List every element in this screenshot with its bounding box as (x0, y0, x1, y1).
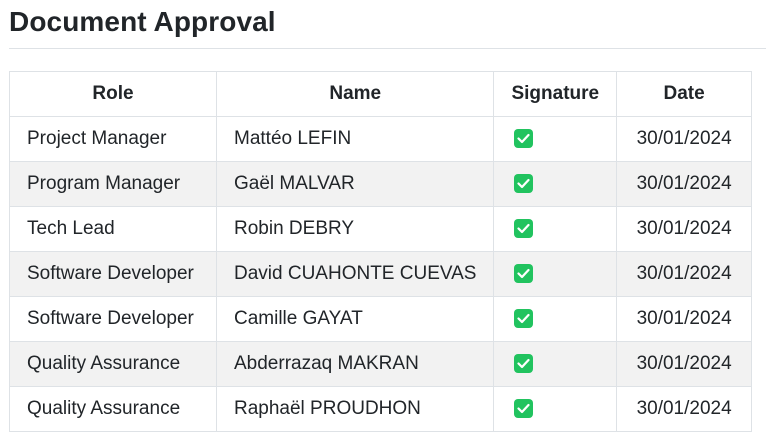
name-cell: Raphaël PROUDHON (215, 386, 495, 432)
name-cell: Abderrazaq MAKRAN (215, 341, 495, 387)
check-box-icon (514, 129, 534, 149)
title-divider (9, 48, 766, 49)
table-row: Program Manager Gaël MALVAR 30/01/2024 (9, 161, 753, 207)
role-cell: Project Manager (9, 116, 217, 162)
role-cell: Quality Assurance (9, 386, 217, 432)
name-cell: David CUAHONTE CUEVAS (215, 251, 495, 297)
signature-cell (493, 116, 618, 162)
table-row: Tech Lead Robin DEBRY 30/01/2024 (9, 206, 753, 252)
check-box-icon (514, 264, 534, 284)
date-cell: 30/01/2024 (616, 386, 753, 432)
table-body: Project Manager Mattéo LEFIN 30/01/2024 Pro… (9, 116, 753, 432)
signature-cell (493, 341, 618, 387)
signature-cell (493, 251, 618, 297)
table-row: Software Developer David CUAHONTE CUEVAS 3… (9, 251, 753, 297)
header-date: Date (616, 71, 753, 117)
table-row: Quality Assurance Raphaël PROUDHON 30/01/2… (9, 386, 753, 432)
name-cell: Robin DEBRY (215, 206, 495, 252)
header-role: Role (9, 71, 217, 117)
header-row: Role Name Signature Date (9, 71, 753, 117)
table-row: Quality Assurance Abderrazaq MAKRAN 30/01/… (9, 341, 753, 387)
document-approval-page: Document Approval Role Name Signature Da… (0, 0, 766, 448)
check-box-icon (514, 219, 534, 239)
signature-cell (493, 296, 618, 342)
date-cell: 30/01/2024 (616, 161, 753, 207)
table-row: Project Manager Mattéo LEFIN 30/01/2024 (9, 116, 753, 162)
signature-cell (493, 386, 618, 432)
role-cell: Tech Lead (9, 206, 217, 252)
table-header: Role Name Signature Date (9, 71, 753, 117)
check-box-icon (514, 309, 534, 329)
check-box-icon (514, 354, 534, 374)
check-box-icon (514, 399, 534, 419)
role-cell: Quality Assurance (9, 341, 217, 387)
date-cell: 30/01/2024 (616, 296, 753, 342)
date-cell: 30/01/2024 (616, 251, 753, 297)
approval-table: Role Name Signature Date Project Manager… (9, 71, 753, 432)
date-cell: 30/01/2024 (616, 206, 753, 252)
date-cell: 30/01/2024 (616, 116, 753, 162)
check-box-icon (514, 174, 534, 194)
name-cell: Camille GAYAT (215, 296, 495, 342)
role-cell: Software Developer (9, 296, 217, 342)
header-name: Name (215, 71, 495, 117)
signature-cell (493, 206, 618, 252)
role-cell: Program Manager (9, 161, 217, 207)
name-cell: Gaël MALVAR (215, 161, 495, 207)
table-row: Software Developer Camille GAYAT 30/01/202… (9, 296, 753, 342)
role-cell: Software Developer (9, 251, 217, 297)
page-title: Document Approval (9, 6, 276, 37)
name-cell: Mattéo LEFIN (215, 116, 495, 162)
date-cell: 30/01/2024 (616, 341, 753, 387)
signature-cell (493, 161, 618, 207)
header-signature: Signature (493, 71, 618, 117)
